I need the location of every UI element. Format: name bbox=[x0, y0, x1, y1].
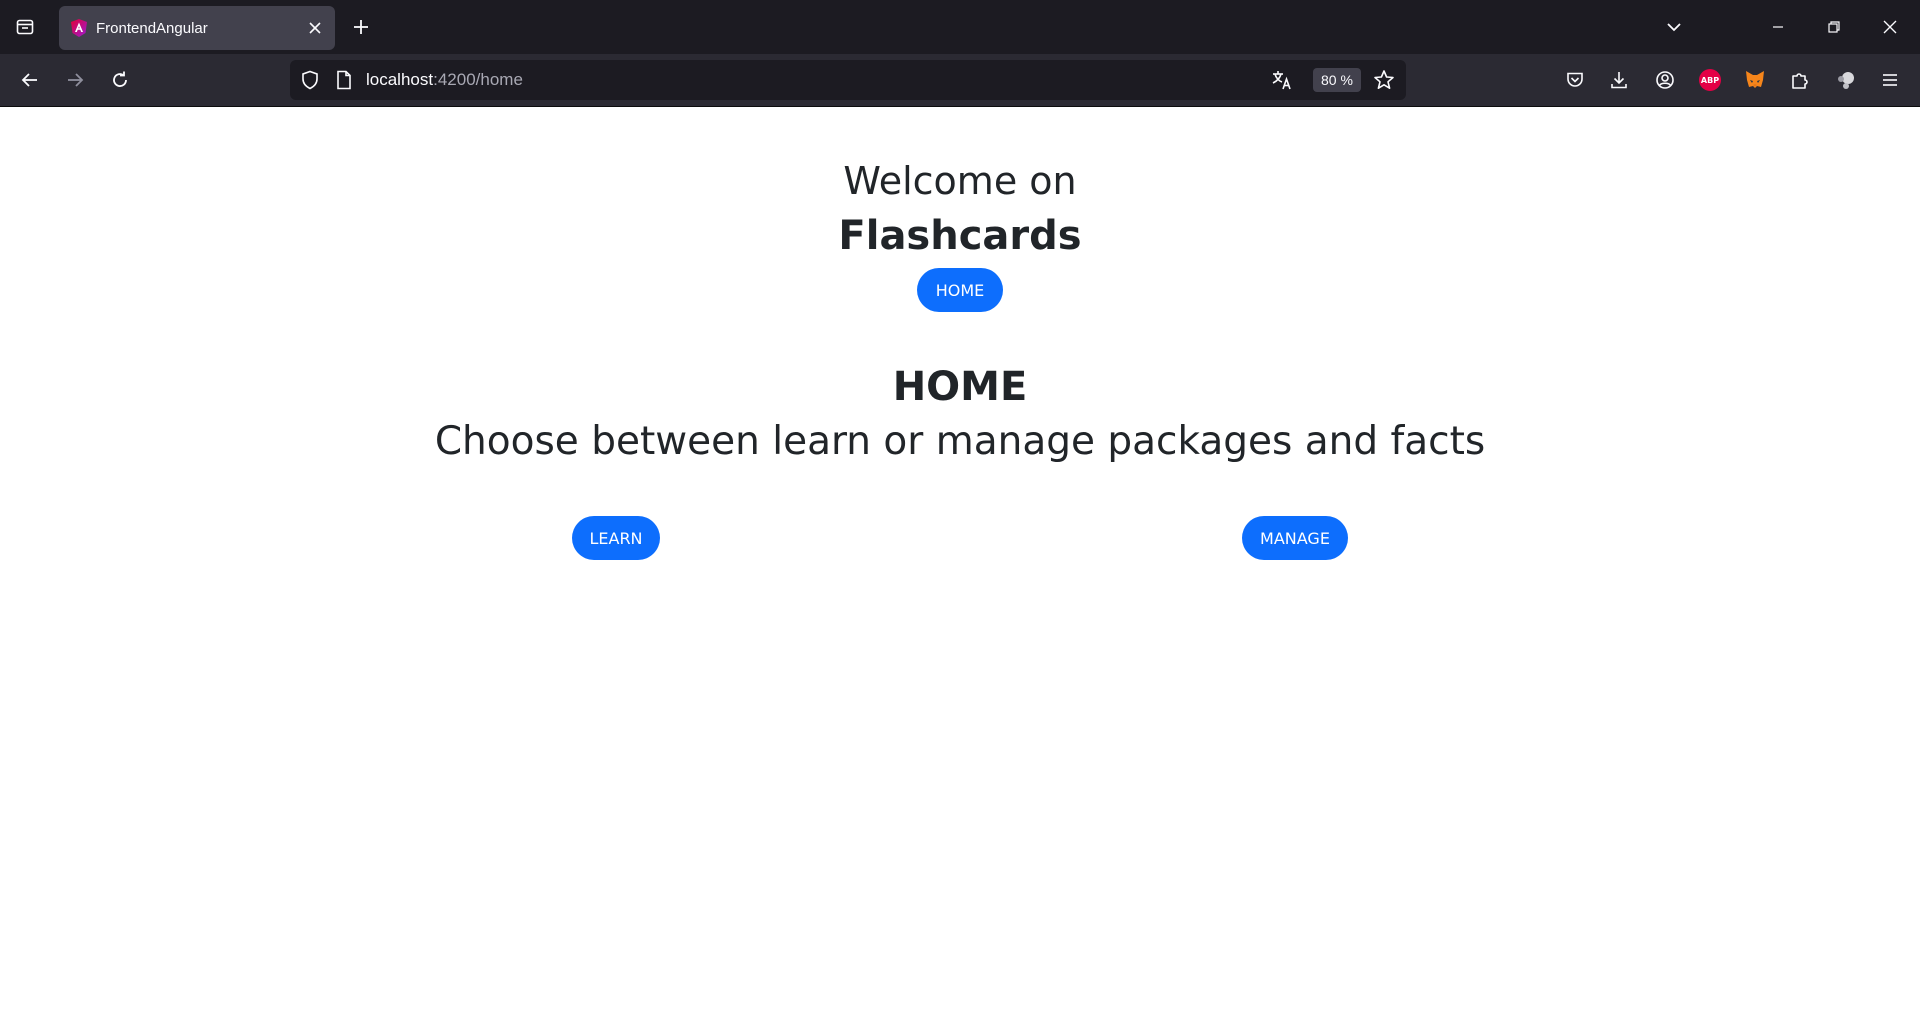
metamask-fox-icon[interactable] bbox=[1739, 64, 1771, 96]
new-tab-icon[interactable] bbox=[345, 11, 377, 43]
pocket-icon[interactable] bbox=[1559, 64, 1591, 96]
bookmark-star-icon[interactable] bbox=[1372, 68, 1396, 92]
extensions-puzzle-icon[interactable] bbox=[1784, 64, 1816, 96]
extension-spheres-icon[interactable] bbox=[1829, 64, 1861, 96]
page-info-icon[interactable] bbox=[332, 68, 356, 92]
minimize-window-icon[interactable] bbox=[1762, 11, 1794, 43]
page-content: Welcome on Flashcards HOME HOME Choose b… bbox=[0, 107, 1920, 1019]
tracking-protection-shield-icon[interactable] bbox=[298, 68, 322, 92]
section-subtitle: Choose between learn or manage packages … bbox=[434, 419, 1486, 464]
manage-button[interactable]: MANAGE bbox=[1242, 516, 1348, 560]
adblock-plus-badge: ABP bbox=[1699, 69, 1721, 91]
tab-strip: FrontendAngular bbox=[0, 0, 1920, 54]
downloads-icon[interactable] bbox=[1603, 64, 1635, 96]
tab-title: FrontendAngular bbox=[96, 19, 208, 37]
brand-title: Flashcards bbox=[838, 213, 1082, 259]
account-icon[interactable] bbox=[1649, 64, 1681, 96]
firefox-view-icon[interactable] bbox=[9, 11, 41, 43]
list-tabs-chevron-down-icon[interactable] bbox=[1658, 11, 1690, 43]
welcome-heading: Welcome on bbox=[843, 159, 1077, 203]
url-host: localhost bbox=[366, 70, 434, 89]
zoom-level-badge[interactable]: 80 % bbox=[1313, 68, 1361, 92]
close-window-icon[interactable] bbox=[1874, 11, 1906, 43]
adblock-plus-icon[interactable]: ABP bbox=[1694, 64, 1726, 96]
translate-icon[interactable] bbox=[1270, 68, 1294, 92]
url-bar[interactable]: localhost:4200/home 80 % bbox=[290, 60, 1406, 100]
restore-window-icon[interactable] bbox=[1818, 11, 1850, 43]
hamburger-menu-icon[interactable] bbox=[1874, 64, 1906, 96]
url-text[interactable]: localhost:4200/home bbox=[366, 70, 523, 90]
active-tab[interactable]: FrontendAngular bbox=[59, 6, 335, 50]
navigation-toolbar: localhost:4200/home 80 % ABP bbox=[0, 54, 1920, 107]
reload-icon[interactable] bbox=[104, 64, 136, 96]
close-tab-icon[interactable] bbox=[303, 16, 327, 40]
home-nav-button[interactable]: HOME bbox=[917, 268, 1003, 312]
learn-button[interactable]: LEARN bbox=[572, 516, 660, 560]
forward-arrow-icon[interactable] bbox=[59, 64, 91, 96]
back-arrow-icon[interactable] bbox=[14, 64, 46, 96]
angular-favicon-icon bbox=[71, 19, 87, 37]
url-path: :4200/home bbox=[433, 70, 523, 89]
section-title: HOME bbox=[892, 364, 1028, 410]
